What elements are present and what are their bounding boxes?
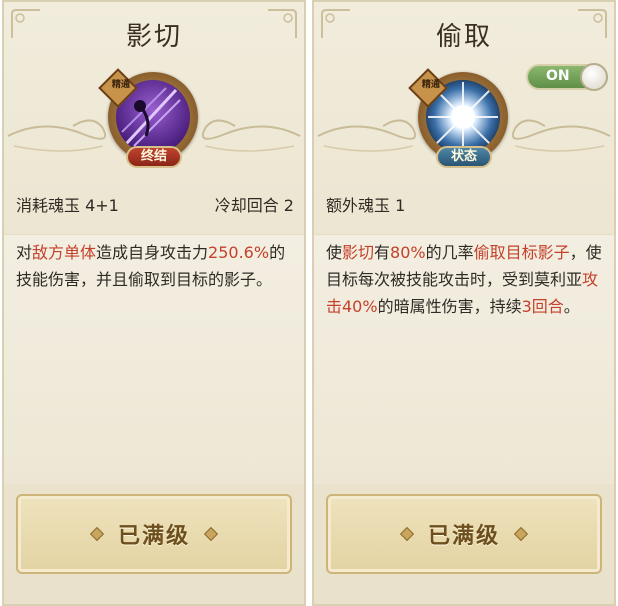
passive-toggle-switch[interactable]: ON (526, 63, 608, 91)
skill-stats: 额外魂玉 1 (326, 192, 604, 216)
skill-icon[interactable]: 精通 状态 (408, 68, 510, 172)
skill-icon[interactable]: 精通 终结 (98, 68, 200, 172)
max-level-label: 已满级 (117, 524, 190, 549)
extra-soul-jade: 额外魂玉 1 (326, 196, 406, 215)
skill-title: 影切 (125, 22, 182, 52)
desc-segment: 。 (563, 297, 580, 316)
diamond-icon (89, 526, 105, 542)
desc-segment: 250.6% (208, 243, 270, 262)
diamond-icon (399, 526, 415, 542)
desc-segment: 造成自身攻击力 (96, 243, 209, 262)
skill-description: 使影切有80%的几率偷取目标影子，使目标每次被技能攻击时，受到莫利亚攻击40%的… (314, 234, 614, 484)
diamond-icon (513, 526, 529, 542)
desc-segment: 的暗属性伤害，持续 (377, 297, 522, 316)
skill-type-badge: 终结 (126, 146, 182, 168)
skill-description: 对敌方单体造成自身攻击力250.6%的技能伤害，并且偷取到目标的影子。 (4, 234, 304, 484)
soul-jade-cost: 消耗魂玉 4+1 (16, 196, 119, 215)
desc-segment: 对 (16, 243, 33, 262)
max-level-label: 已满级 (427, 524, 500, 549)
skill-title: 偷取 (435, 22, 492, 52)
desc-segment: 影切 (342, 243, 375, 262)
desc-segment: 的几率 (425, 243, 474, 262)
skill-card-left: 影切 精通 终结 消耗魂玉 4+1 冷却回合 2 对敌方单体造成自身攻击力250… (2, 0, 306, 606)
toggle-knob[interactable] (580, 63, 608, 91)
skill-card-right: 偷取 精通 状态 额外魂玉 1 使影切有80%的几率偷取目标影子，使目标每次被技… (312, 0, 616, 606)
max-level-button[interactable]: 已满级 (16, 494, 292, 574)
desc-segment: 敌方单体 (32, 243, 97, 262)
skill-stats: 消耗魂玉 4+1 冷却回合 2 (16, 192, 294, 216)
cooldown-turns: 冷却回合 2 (214, 196, 294, 215)
desc-segment: 有 (374, 243, 391, 262)
desc-segment: 80% (390, 243, 426, 262)
toggle-label: ON (546, 68, 570, 84)
max-level-button[interactable]: 已满级 (326, 494, 602, 574)
desc-segment: 3回合 (521, 297, 564, 316)
skill-type-badge: 状态 (436, 146, 492, 168)
desc-segment: 使 (326, 243, 343, 262)
desc-segment: 偷取目标影子 (473, 243, 570, 262)
diamond-icon (203, 526, 219, 542)
